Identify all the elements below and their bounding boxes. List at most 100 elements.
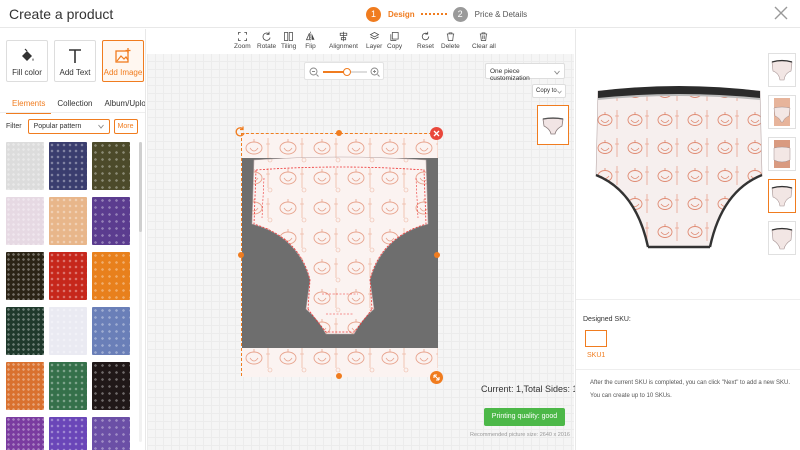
delete-element-button[interactable] [430, 127, 443, 140]
toolbar-label: Flip [305, 43, 316, 50]
recommended-size-note: Recommended picture size: 2640 x 2016 [470, 432, 570, 438]
close-icon[interactable] [772, 4, 790, 22]
filter-dropdown[interactable]: Popular pattern [27, 119, 110, 134]
toolbar-copy-button[interactable]: Copy [387, 31, 402, 50]
preview-thumb-model-front[interactable] [768, 95, 796, 129]
more-button[interactable]: More [113, 119, 138, 134]
panel-divider [576, 299, 800, 300]
layer-icon [369, 32, 379, 40]
add-image-button[interactable]: Add Image [102, 40, 144, 82]
toolbar-clear-all-button[interactable]: Clear all [472, 31, 496, 50]
pattern-tile[interactable] [92, 307, 130, 355]
filter-label: Filter [6, 123, 22, 130]
preview-thumb-selected[interactable] [768, 179, 796, 213]
add-image-label: Add Image [103, 68, 143, 77]
design-canvas[interactable] [241, 133, 438, 377]
pattern-tile[interactable] [6, 252, 44, 300]
zoom-expand-icon [237, 32, 247, 41]
fill-color-button[interactable]: Fill color [6, 40, 48, 82]
preview-thumb-model-back[interactable] [768, 137, 796, 171]
zoom-out-icon[interactable] [309, 67, 319, 77]
toolbar-label: Alignment [329, 43, 358, 50]
thumb-model-icon [773, 98, 791, 126]
pattern-tile[interactable] [49, 307, 87, 355]
chevron-down-icon [557, 90, 562, 94]
image-add-icon [115, 48, 131, 63]
rotate-handle-icon[interactable] [234, 126, 246, 138]
pattern-grid [6, 142, 130, 450]
thumb-garment-back-icon [771, 227, 793, 250]
pattern-tile[interactable] [92, 417, 130, 450]
side-thumbnail[interactable] [537, 105, 569, 145]
zoom-in-icon[interactable] [370, 67, 380, 77]
thumb-garment-icon [771, 185, 793, 207]
tool-buttons: Fill color Add Text Add Image [6, 40, 144, 82]
toolbar-rotate-button[interactable]: Rotate [257, 31, 276, 50]
pattern-tile[interactable] [6, 142, 44, 190]
toolbar-reset-button[interactable]: Reset [417, 31, 434, 50]
toolbar-label: Delete [441, 43, 460, 50]
step-2-circle: 2 [452, 6, 468, 22]
alignment-icon [339, 31, 348, 42]
pattern-tile[interactable] [49, 252, 87, 300]
pattern-tile[interactable] [49, 362, 87, 410]
copy-to-dropdown[interactable]: Copy to [532, 84, 566, 98]
zoom-knob[interactable] [343, 68, 352, 76]
sku-swatch[interactable] [585, 330, 607, 347]
chevron-down-icon [554, 70, 560, 75]
resize-handle-top[interactable] [336, 130, 342, 136]
resize-handle-bottom[interactable] [336, 373, 342, 379]
sides-counter: Current: 1,Total Sides: 1 [481, 384, 578, 394]
scale-element-button[interactable] [430, 371, 443, 384]
fill-color-label: Fill color [12, 68, 42, 77]
preview-thumb-back[interactable] [768, 221, 796, 255]
zoom-slider[interactable] [304, 62, 384, 80]
page-title: Create a product [9, 6, 114, 22]
sku-name[interactable]: SKU1 [587, 352, 605, 359]
toolbar-flip-button[interactable]: Flip [305, 31, 316, 50]
toolbar-label: Zoom [234, 43, 251, 50]
resize-handle-left[interactable] [238, 252, 244, 258]
paint-bucket-icon [22, 48, 34, 61]
pattern-tile[interactable] [49, 142, 87, 190]
preview-thumb-front[interactable] [768, 53, 796, 87]
resize-arrows-icon [433, 374, 440, 381]
toolbar-label: Reset [417, 43, 434, 50]
toolbar-layer-button[interactable]: Layer [366, 31, 382, 50]
close-icon [433, 130, 440, 137]
copy-icon [390, 32, 399, 41]
add-text-button[interactable]: Add Text [54, 40, 96, 82]
pattern-tile[interactable] [92, 197, 130, 245]
sku-info-text: After the current SKU is completed, you … [590, 380, 791, 386]
panel-divider [576, 369, 800, 370]
garment-template [242, 134, 438, 377]
preview-thumbnails [768, 53, 796, 255]
pattern-tile[interactable] [49, 197, 87, 245]
step-connector [420, 13, 447, 15]
toolbar-label: Tiling [281, 43, 297, 50]
pattern-tile[interactable] [6, 197, 44, 245]
pattern-scrollbar-thumb[interactable] [139, 142, 142, 232]
pattern-tile[interactable] [92, 362, 130, 410]
toolbar-alignment-button[interactable]: Alignment [329, 31, 358, 50]
pattern-tile[interactable] [49, 417, 87, 450]
toolbar-delete-button[interactable]: Delete [441, 31, 460, 50]
chevron-down-icon [97, 124, 104, 129]
pattern-tile[interactable] [92, 252, 130, 300]
pattern-tile[interactable] [92, 142, 130, 190]
resize-handle-right[interactable] [434, 252, 440, 258]
toolbar-label: Rotate [257, 43, 277, 50]
pattern-tile[interactable] [6, 362, 44, 410]
pattern-tile[interactable] [6, 307, 44, 355]
pattern-tile[interactable] [6, 417, 44, 450]
header: Create a product 1 Design 2 Price & Deta… [0, 0, 800, 28]
customization-dropdown[interactable]: One piece customization [485, 63, 565, 82]
toolbar-zoom-button[interactable]: Zoom [234, 31, 251, 50]
toolbar-label: Layer [366, 43, 383, 50]
canvas-toolbar: Zoom Rotate Tiling Flip Alignment Layer Copy Re… [147, 29, 574, 54]
left-panel: Fill color Add Text Add Image Elements C… [0, 29, 146, 450]
step-2-label[interactable]: Price & Details [475, 10, 527, 19]
clear-all-icon [480, 32, 488, 41]
add-text-label: Add Text [59, 68, 91, 77]
toolbar-tiling-button[interactable]: Tiling [281, 31, 296, 50]
